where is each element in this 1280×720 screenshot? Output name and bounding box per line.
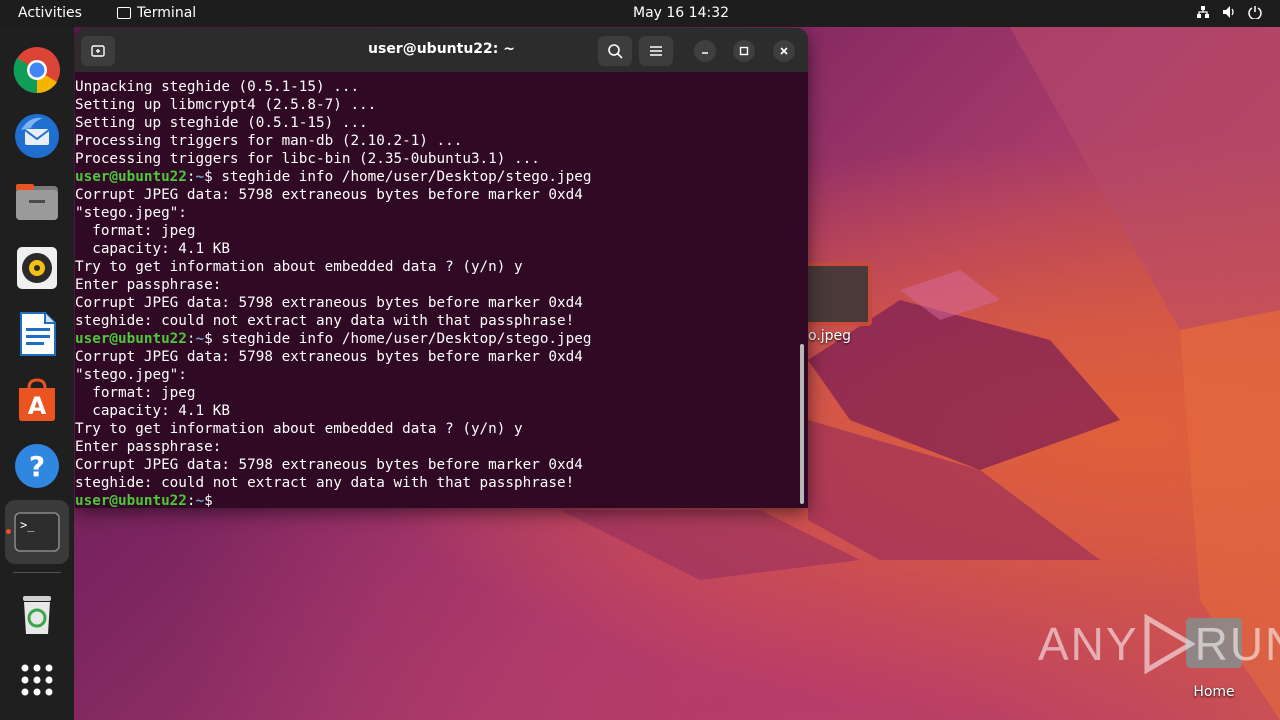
prompt-path: ~ [195, 331, 205, 347]
terminal-line: Setting up steghide (0.5.1-15) ... [75, 115, 368, 131]
terminal-line: format: jpeg [75, 223, 196, 239]
activities-button[interactable]: Activities [18, 5, 82, 21]
command-text: $ steghide info /home/user/Desktop/stego… [204, 169, 592, 185]
desktop-file-label: o.jpeg [808, 328, 852, 344]
terminal-line: Corrupt JPEG data: 5798 extraneous bytes… [75, 187, 583, 203]
system-tray[interactable] [1196, 5, 1262, 19]
terminal-line: "stego.jpeg": [75, 367, 187, 383]
desktop-file-stego-jpeg[interactable]: o.jpeg [804, 262, 874, 344]
svg-text:?: ? [29, 450, 45, 483]
file-thumbnail [804, 262, 872, 326]
menu-button[interactable] [639, 36, 673, 66]
app-center-icon[interactable]: A [12, 375, 62, 425]
terminal-line: Try to get information about embedded da… [75, 259, 523, 275]
minimize-icon [702, 52, 708, 54]
terminal-line: format: jpeg [75, 385, 196, 401]
svg-text:>_: >_ [20, 518, 35, 532]
prompt-user: user@ubuntu22 [75, 169, 187, 185]
prompt-user: user@ubuntu22 [75, 493, 187, 508]
terminal-line: Setting up libmcrypt4 (2.5.8-7) ... [75, 97, 377, 113]
terminal-small-icon [117, 7, 131, 19]
trash-icon[interactable] [12, 589, 62, 639]
terminal-scrollbar[interactable] [800, 344, 804, 504]
minimize-button[interactable] [694, 40, 716, 62]
terminal-line: steghide: could not extract any data wit… [75, 475, 575, 491]
top-bar: Activities Terminal May 16 14:32 [0, 0, 1280, 27]
command-line: user@ubuntu22:~$ steghide info /home/use… [75, 331, 592, 347]
terminal-titlebar[interactable]: user@ubuntu22: ~ [75, 28, 808, 72]
volume-icon [1223, 6, 1234, 18]
search-icon [608, 44, 623, 59]
search-button[interactable] [598, 36, 632, 66]
maximize-button[interactable] [733, 40, 755, 62]
dock-separator [13, 572, 61, 573]
chrome-icon[interactable] [12, 45, 62, 95]
play-icon [1144, 614, 1195, 674]
close-icon [780, 47, 788, 55]
command-line: user@ubuntu22:~$ steghide info /home/use… [75, 169, 592, 185]
files-icon[interactable] [12, 177, 62, 227]
hamburger-icon [650, 46, 662, 56]
close-button[interactable] [773, 40, 795, 62]
terminal-line: Enter passphrase: [75, 439, 222, 455]
terminal-output[interactable]: Unpacking steghide (0.5.1-15) ... Settin… [75, 72, 800, 508]
terminal-line: Processing triggers for libc-bin (2.35-0… [75, 151, 540, 167]
anyrun-watermark: ANY RUN [1038, 614, 1280, 674]
network-icon [1197, 6, 1209, 18]
terminal-window[interactable]: user@ubuntu22: ~ Unpacking steghide (0.5… [75, 28, 808, 508]
running-indicator [6, 529, 11, 534]
app-menu-label: Terminal [137, 5, 197, 21]
help-icon[interactable]: ? [12, 441, 62, 491]
prompt-symbol: $ [204, 493, 213, 508]
terminal-line: capacity: 4.1 KB [75, 403, 230, 419]
prompt-path: ~ [195, 493, 205, 508]
power-icon [1248, 6, 1262, 19]
maximize-icon [739, 46, 749, 56]
current-prompt[interactable]: user@ubuntu22:~$ [75, 492, 800, 508]
prompt-path: ~ [195, 169, 205, 185]
terminal-line: Corrupt JPEG data: 5798 extraneous bytes… [75, 457, 583, 473]
terminal-line: Corrupt JPEG data: 5798 extraneous bytes… [75, 349, 583, 365]
home-folder-label: Home [1193, 684, 1235, 700]
terminal-line: steghide: could not extract any data wit… [75, 313, 575, 329]
libreoffice-writer-icon[interactable] [12, 309, 62, 359]
terminal-line: Unpacking steghide (0.5.1-15) ... [75, 79, 360, 95]
terminal-line: Corrupt JPEG data: 5798 extraneous bytes… [75, 295, 583, 311]
command-text: $ steghide info /home/user/Desktop/stego… [204, 331, 592, 347]
dock: A ? >_ [0, 27, 74, 720]
clock[interactable]: May 16 14:32 [633, 5, 729, 21]
prompt-user: user@ubuntu22 [75, 331, 187, 347]
svg-text:A: A [28, 392, 47, 420]
terminal-line: Try to get information about embedded da… [75, 421, 523, 437]
terminal-line: Processing triggers for man-db (2.10.2-1… [75, 133, 463, 149]
app-menu[interactable]: Terminal [117, 5, 196, 21]
terminal-line: Enter passphrase: [75, 277, 222, 293]
show-apps-icon[interactable] [12, 655, 62, 705]
terminal-line: capacity: 4.1 KB [75, 241, 230, 257]
rhythmbox-icon[interactable] [12, 243, 62, 293]
terminal-dock-icon[interactable]: >_ [5, 500, 69, 564]
thunderbird-icon[interactable] [12, 111, 62, 161]
terminal-line: "stego.jpeg": [75, 205, 187, 221]
